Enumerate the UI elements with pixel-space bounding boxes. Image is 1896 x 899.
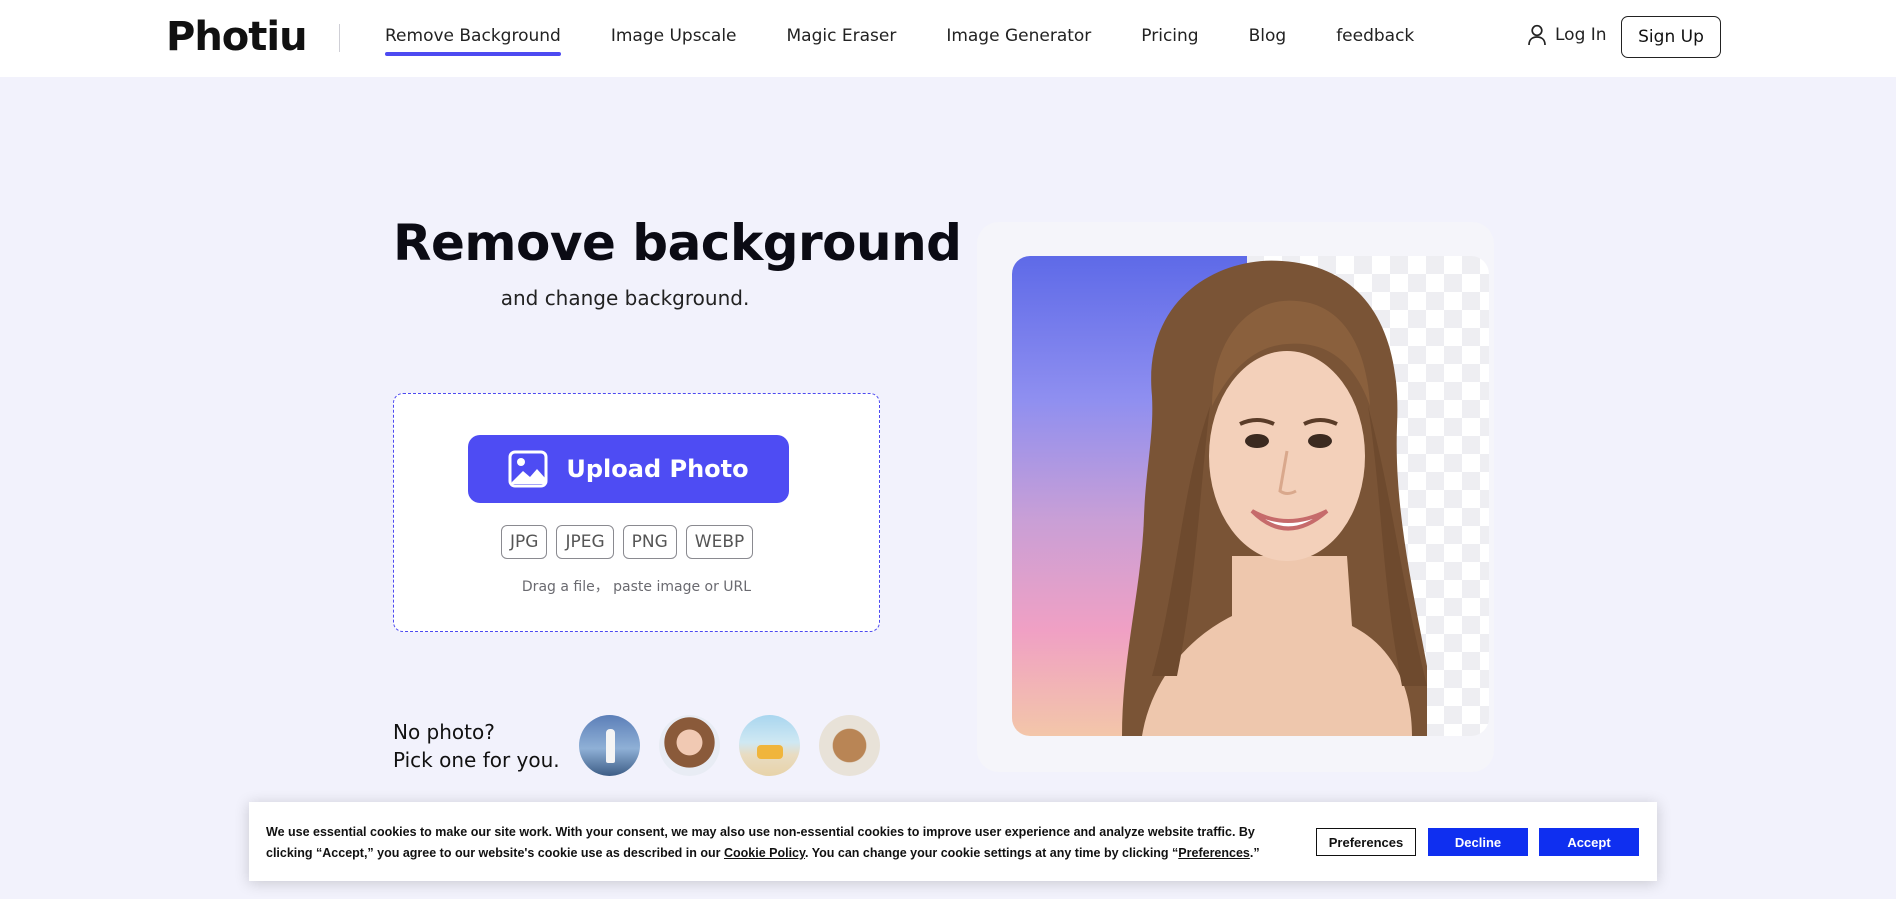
upload-photo-label: Upload Photo (566, 455, 749, 483)
nav-feedback[interactable]: feedback (1336, 26, 1414, 46)
sample-images (579, 715, 880, 776)
signup-button[interactable]: Sign Up (1621, 16, 1721, 58)
upload-dropzone[interactable]: Upload Photo JPG JPEG PNG WEBP Drag a fi… (393, 393, 880, 632)
drag-hint: Drag a file， paste image or URL (521, 579, 752, 595)
sample-prompt-line2: Pick one for you. (393, 748, 560, 772)
cookie-text-part2: . You can change your cookie settings at… (805, 846, 1179, 860)
sample-prompt-line1: No photo? (393, 720, 495, 744)
demo-photo (1012, 256, 1489, 736)
user-icon (1528, 24, 1546, 46)
login-label: Log In (1555, 25, 1607, 45)
upload-photo-button[interactable]: Upload Photo (468, 435, 789, 503)
nav-blog[interactable]: Blog (1249, 26, 1287, 46)
cookie-text-part3: .” (1249, 846, 1260, 860)
cookie-banner: We use essential cookies to make our sit… (249, 802, 1657, 881)
hero-title: Remove background (393, 214, 962, 272)
sample-image-woman-portrait[interactable] (659, 715, 720, 776)
image-icon (508, 450, 548, 488)
format-badge: JPEG (556, 525, 614, 559)
sample-prompt: No photo? Pick one for you. (393, 718, 560, 774)
sample-image-teddy-bear[interactable] (819, 715, 880, 776)
nav-remove-background[interactable]: Remove Background (385, 26, 561, 56)
logo[interactable]: Photiu (166, 14, 308, 60)
demo-photo-person (1122, 260, 1427, 736)
main-nav: Remove Background Image Upscale Magic Er… (385, 26, 1464, 56)
format-badge: JPG (501, 525, 548, 559)
nav-image-upscale[interactable]: Image Upscale (611, 26, 737, 46)
sample-image-car-beach[interactable] (739, 715, 800, 776)
cookie-preferences-button[interactable]: Preferences (1316, 828, 1416, 856)
cookie-text: We use essential cookies to make our sit… (266, 822, 1296, 864)
format-badges: JPG JPEG PNG WEBP (501, 525, 754, 559)
nav-pricing[interactable]: Pricing (1141, 26, 1198, 46)
cookie-accept-button[interactable]: Accept (1539, 828, 1639, 856)
cookie-policy-link[interactable]: Cookie Policy (724, 846, 805, 860)
nav-image-generator[interactable]: Image Generator (946, 26, 1091, 46)
hero-subtitle: and change background. (500, 286, 750, 310)
cookie-decline-button[interactable]: Decline (1428, 828, 1528, 856)
nav-magic-eraser[interactable]: Magic Eraser (787, 26, 897, 46)
cookie-preferences-link[interactable]: Preferences (1178, 846, 1250, 860)
logo-divider (339, 24, 340, 52)
site-header: Photiu Remove Background Image Upscale M… (0, 0, 1896, 77)
format-badge: WEBP (685, 525, 754, 559)
sample-image-beach-person[interactable] (579, 715, 640, 776)
login-link[interactable]: Log In (1527, 24, 1607, 46)
format-badge: PNG (622, 525, 677, 559)
